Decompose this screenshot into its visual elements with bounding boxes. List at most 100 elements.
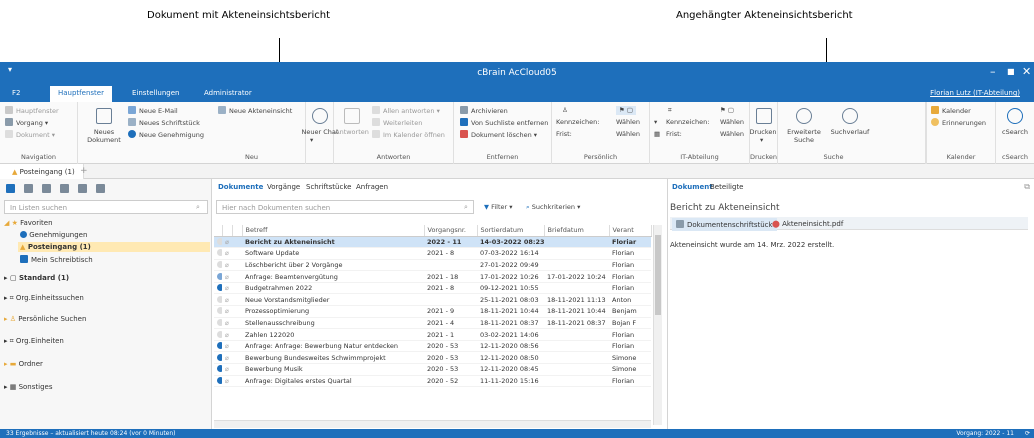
new-approval-button[interactable]: Neue Genehmigung — [128, 130, 204, 140]
col-sortierdatum[interactable]: Sortierdatum — [477, 225, 545, 237]
list-search-input[interactable]: In Listen suchen — [4, 200, 208, 214]
expand-icon[interactable]: ⧉ — [1024, 182, 1030, 192]
tree-org-einheiten[interactable]: ▸ ⌗ Org.Einheiten — [4, 337, 64, 346]
tree-mein-schreibtisch[interactable]: Mein Schreibtisch — [20, 255, 93, 264]
it-flag-icon[interactable]: ⚑ ▢ — [720, 106, 734, 115]
list-tool-icon[interactable] — [42, 184, 51, 193]
tab-anfragen[interactable]: Anfragen — [356, 183, 388, 191]
menu-tab-administrator[interactable]: Administrator — [204, 89, 252, 97]
user-link[interactable]: Florian Lutz (IT-Abteilung) — [930, 89, 1020, 97]
horizontal-scrollbar[interactable] — [214, 420, 651, 428]
remove-from-search-button[interactable]: Von Suchliste entfernen — [460, 118, 548, 128]
reminders-button[interactable]: Erinnerungen — [931, 118, 986, 128]
vertical-scrollbar[interactable] — [653, 225, 662, 425]
tab-dokument[interactable]: Dokument — [672, 183, 713, 191]
search-history-button[interactable]: Suchverlauf — [828, 128, 872, 137]
new-schriftstueck-button[interactable]: Neues Schriftstück — [128, 118, 200, 128]
print-dropdown-icon[interactable]: ▾ — [760, 136, 763, 145]
org-tool-icon[interactable] — [24, 184, 33, 193]
table-row[interactable]: ⌀ Budgetrahmen 2022 2021 - 8 09-12-2021 10:… — [214, 282, 651, 295]
archive-button[interactable]: Archivieren — [460, 106, 508, 116]
table-row[interactable]: ⌀ Bewerbung Bundesweites Schwimmprojekt 20… — [214, 351, 651, 365]
table-row[interactable]: ⌀ Software Update 2021 - 8 07-03-2022 16:14… — [214, 247, 651, 260]
nav-vorgang[interactable]: Vorgang ▾ — [5, 118, 48, 128]
table-row[interactable]: ⌀ Löschbericht über 2 Vorgänge 27-01-2022 … — [214, 259, 651, 272]
type-cell — [232, 363, 242, 376]
document-list-icon[interactable] — [6, 184, 15, 193]
calendar-button[interactable]: Kalender — [931, 106, 971, 116]
pdf-icon: ⬤ — [772, 220, 783, 228]
nav-dokument[interactable]: Dokument ▾ — [5, 130, 55, 140]
tree-standard[interactable]: ▸ ▢ Standard (1) — [4, 274, 69, 282]
table-row[interactable]: ⌀ Prozessoptimierung 2021 - 9 18-11-2021 10… — [214, 305, 651, 318]
it-frist-select[interactable]: Wählen — [720, 130, 744, 139]
files-tool-icon[interactable] — [96, 184, 105, 193]
csearch-button[interactable]: cSearch — [996, 128, 1034, 137]
table-row[interactable]: ⌀ Anfrage: Digitales erstes Quartal 2020 -… — [214, 375, 651, 388]
tree-sonstiges[interactable]: ▸ ▦ Sonstiges — [4, 383, 52, 391]
document-search-input[interactable]: Hier nach Dokumenten suchen — [216, 200, 474, 214]
table-row[interactable]: ⌀ Bewerbung Musik 2020 - 53 12-11-2020 08:4… — [214, 363, 651, 376]
menu-tab-f2[interactable]: F2 — [12, 89, 20, 97]
it-kennzeichen-select[interactable]: Wählen — [720, 118, 744, 127]
it-calendar-icon[interactable]: ▦ — [654, 130, 660, 139]
table-row[interactable]: ⌀ Zahlen 122020 2021 - 1 03-02-2021 14:06 Fl… — [214, 328, 651, 341]
table-row[interactable]: ⌀ Anfrage: Beamtenvergütung 2021 - 18 17-01… — [214, 270, 651, 283]
tree-ordner[interactable]: ▸ ▬ Ordner — [4, 360, 43, 368]
folder-tool-icon[interactable] — [60, 184, 69, 193]
nav-hauptfenster[interactable]: Hauptfenster — [5, 106, 59, 116]
col-status[interactable] — [214, 225, 223, 237]
tree-posteingang[interactable]: ▲ Posteingang (1) — [18, 242, 210, 252]
new-akteneinsicht-button[interactable]: Neue Akteneinsicht — [218, 106, 292, 116]
col-betreff[interactable]: Betreff — [242, 225, 425, 237]
tab-beteiligte[interactable]: Beteiligte — [710, 183, 744, 191]
menu-tab-einstellungen[interactable]: Einstellungen — [132, 89, 179, 97]
tab-schriftstuecke[interactable]: Schriftstücke — [306, 183, 351, 191]
col-verantwortlich[interactable]: Verant — [609, 225, 652, 237]
forward-button[interactable]: Weiterleiten — [372, 118, 422, 128]
advanced-search-button[interactable]: Erweiterte Suche — [782, 128, 826, 144]
new-email-button[interactable]: Neue E-Mail — [128, 106, 178, 116]
tab-dokumente[interactable]: Dokumente — [218, 183, 263, 191]
refresh-icon[interactable]: ⟳ — [1025, 430, 1030, 437]
personal-flag-icon[interactable]: ⚑ ▢ — [616, 106, 637, 115]
reply-all-button[interactable]: Allen antworten ▾ — [372, 106, 440, 116]
reply-button[interactable]: Antworten — [334, 128, 370, 137]
col-type[interactable] — [232, 225, 243, 237]
table-row[interactable]: ⌀ Bericht zu Akteneinsicht 2022 - 11 14-03-… — [214, 236, 651, 249]
type-cell — [232, 317, 242, 330]
col-briefdatum[interactable]: Briefdatum — [544, 225, 610, 237]
personal-frist-select[interactable]: Wählen — [616, 130, 640, 139]
tree-genehmigungen[interactable]: Genehmigungen — [20, 231, 87, 239]
close-button[interactable]: ✕ — [1022, 65, 1031, 78]
users-tool-icon[interactable] — [78, 184, 87, 193]
tab-vorgaenge[interactable]: Vorgänge — [267, 183, 300, 191]
new-document-button[interactable]: Neues Dokument — [82, 128, 126, 144]
tab-posteingang[interactable]: ▲ Posteingang (1) — [0, 164, 84, 179]
table-row[interactable]: ⌀ Anfrage: Anfrage: Bewerbung Natur entde… — [214, 340, 651, 353]
maximize-button[interactable]: ■ — [1007, 67, 1015, 76]
chat-dropdown-icon[interactable]: ▾ — [310, 136, 313, 145]
csearch-icon — [1007, 108, 1023, 124]
delete-document-button[interactable]: Dokument löschen ▾ — [460, 130, 537, 140]
it-dropdown-icon[interactable]: ▾ — [654, 118, 657, 127]
new-tab-button[interactable]: + — [80, 166, 88, 176]
col-vorgangsnr[interactable]: Vorgangsnr. — [424, 225, 478, 237]
search-criteria-button[interactable]: ⌕ Suchkriterien ▾ — [526, 203, 580, 212]
minimize-button[interactable]: – — [990, 65, 996, 78]
filter-button[interactable]: ▼ Filter ▾ — [484, 203, 513, 212]
tab-dokumentenschriftstueck[interactable]: Dokumentenschriftstück — [672, 218, 777, 231]
table-row[interactable]: ⌀ Neue Vorstandsmitglieder 25-11-2021 08:0… — [214, 293, 651, 307]
open-calendar-button[interactable]: Im Kalender öffnen — [372, 130, 445, 140]
search-icon[interactable]: ⌕ — [196, 203, 200, 212]
tree-favoriten[interactable]: ◢ ★ Favoriten — [4, 219, 53, 227]
table-row[interactable]: ⌀ Stellenausschreibung 2021 - 4 18-11-2021 … — [214, 317, 651, 330]
search-icon[interactable]: ⌕ — [464, 203, 468, 212]
tree-persoenliche-suchen[interactable]: ▸ ♙ Persönliche Suchen — [4, 315, 86, 323]
tree-org-einheitssuchen[interactable]: ▸ ⌗ Org.Einheitssuchen — [4, 294, 84, 303]
personal-kennzeichen-select[interactable]: Wählen — [616, 118, 640, 127]
menu-tab-hauptfenster[interactable]: Hauptfenster — [50, 86, 112, 102]
col-attachment[interactable] — [222, 225, 233, 237]
scrollbar-thumb[interactable] — [655, 235, 661, 315]
tab-pdf-attachment[interactable]: ⬤ Akteneinsicht.pdf — [772, 220, 843, 228]
